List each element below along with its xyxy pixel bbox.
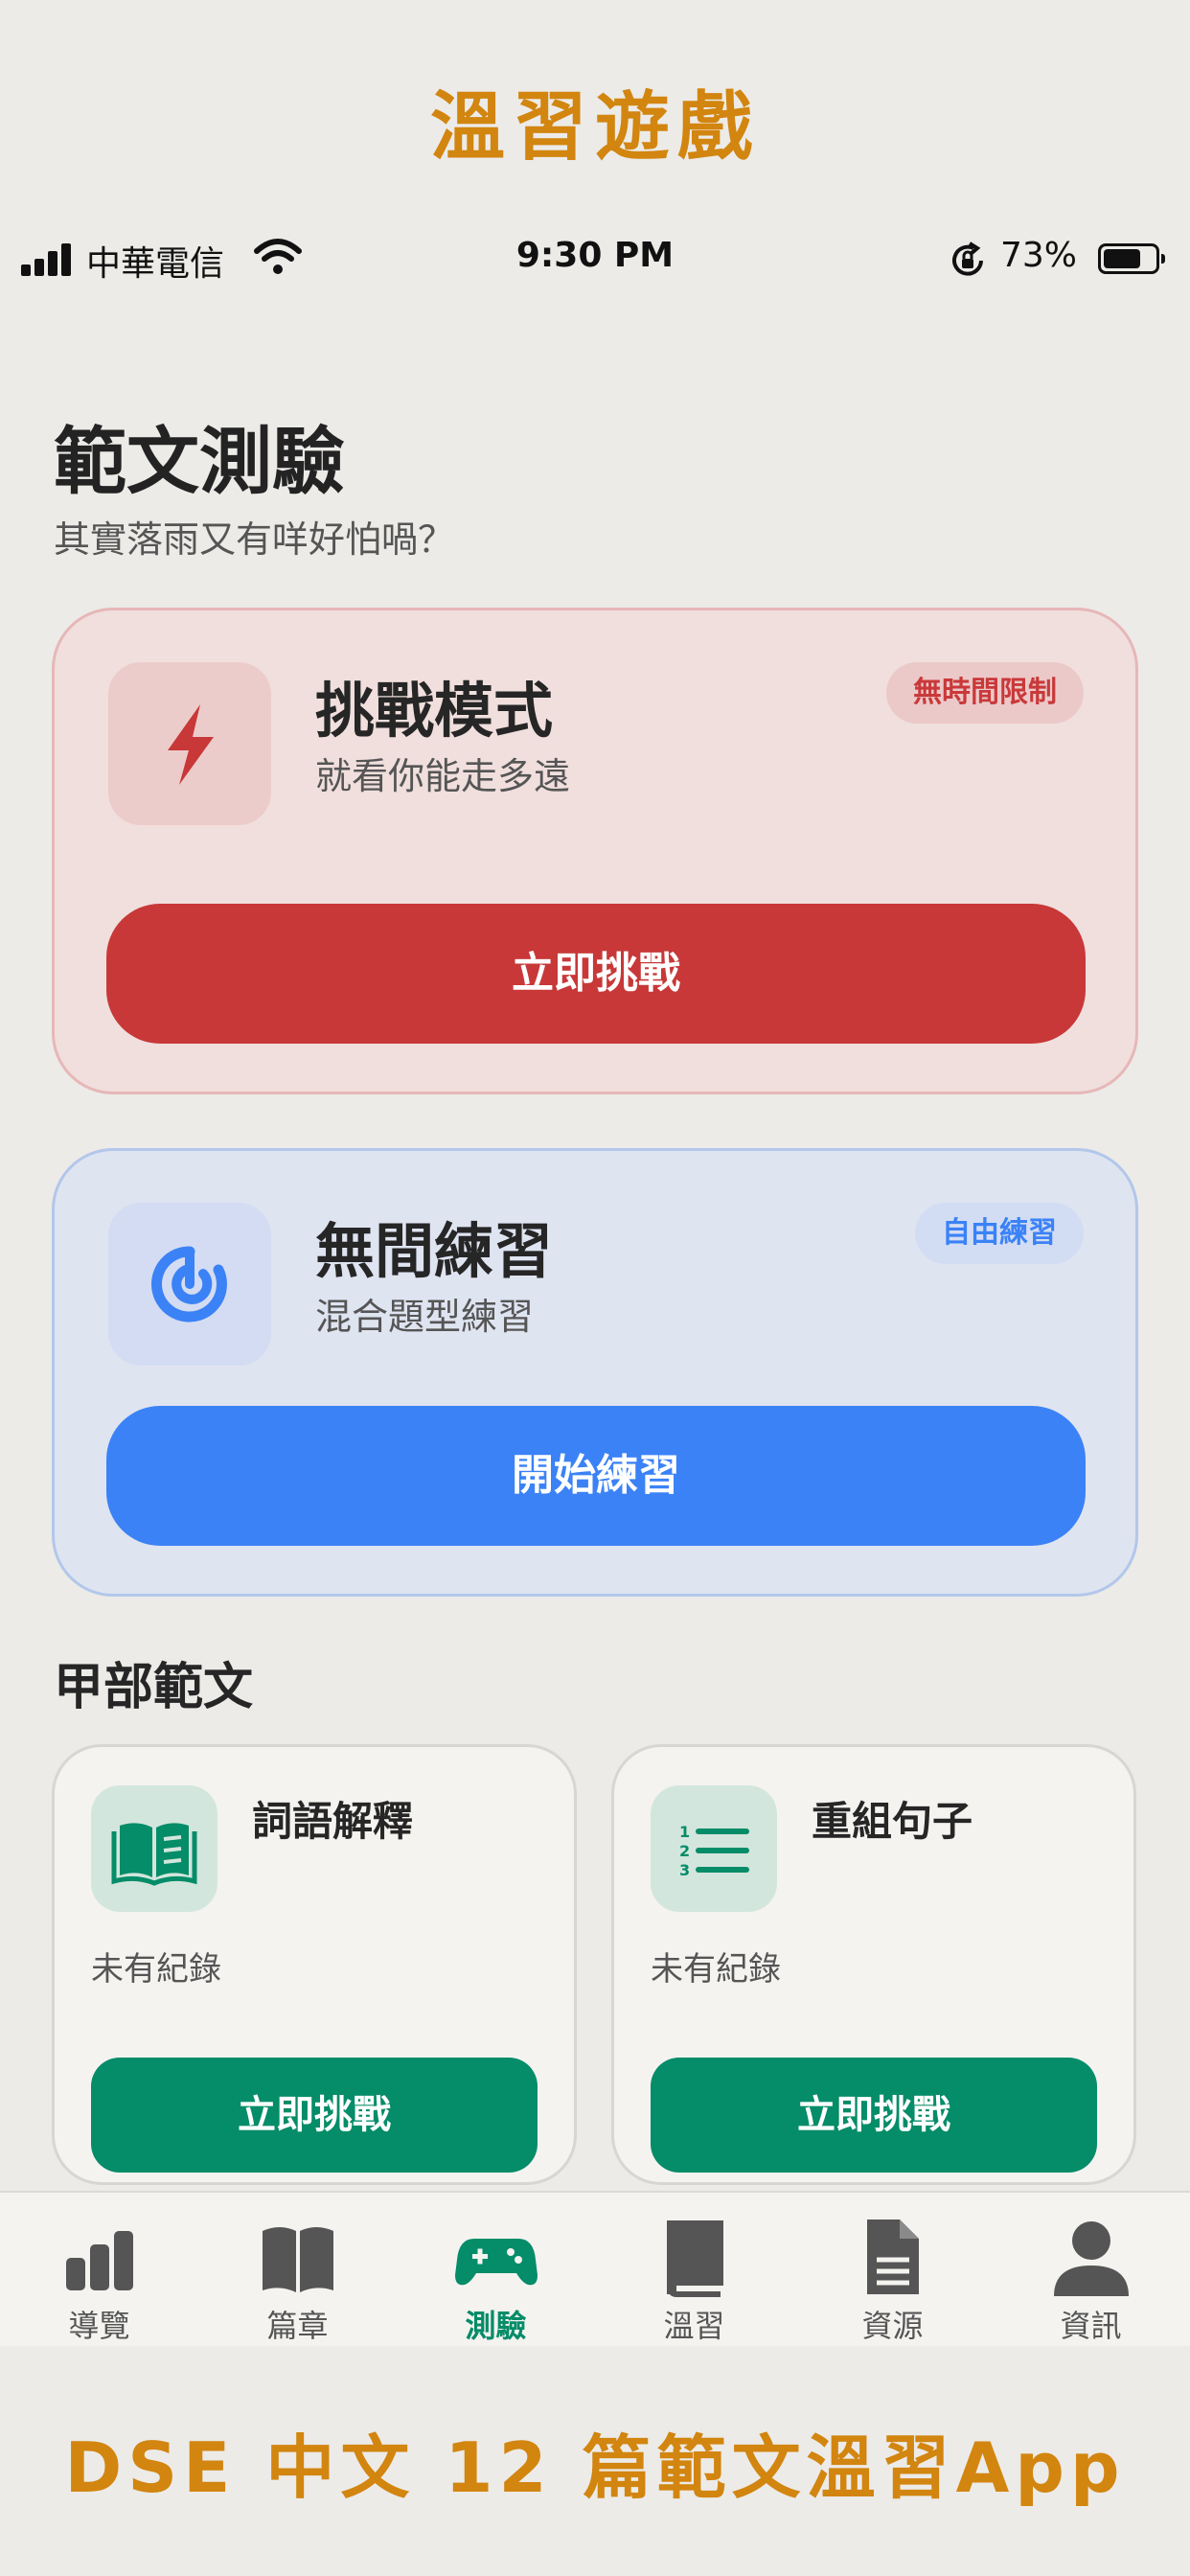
tab-quiz-label: 測驗 bbox=[465, 2308, 527, 2344]
gamepad-icon bbox=[454, 2239, 538, 2286]
promo-caption-bottom: DSE 中文 12 篇範文溫習App bbox=[64, 2427, 1126, 2508]
challenge-mode-description: 就看你能走多遠 bbox=[315, 755, 571, 797]
challenge-mode-card: 挑戰模式 就看你能走多遠 無時間限制 立即挑戰 bbox=[52, 608, 1138, 1094]
svg-text:2: 2 bbox=[679, 1842, 690, 1860]
person-icon bbox=[1053, 2221, 1129, 2296]
sentence-reorder-card-title: 重組句子 bbox=[812, 1798, 973, 1845]
tab-resources-label: 資源 bbox=[861, 2308, 924, 2344]
sentence-reorder-card-status: 未有紀錄 bbox=[651, 1950, 781, 1989]
svg-text:3: 3 bbox=[679, 1861, 690, 1879]
page-subtitle: 其實落雨又有咩好怕喎？ bbox=[54, 518, 455, 561]
tab-review[interactable]: 溫習 bbox=[595, 2216, 793, 2346]
tab-bar: 導覽 篇章 測驗 溫習 資源 資訊 bbox=[0, 2191, 1190, 2346]
vocabulary-card: 詞語解釋 未有紀錄 立即挑戰 bbox=[52, 1744, 577, 2185]
book-open-icon bbox=[262, 2227, 333, 2292]
tab-info[interactable]: 資訊 bbox=[992, 2216, 1190, 2346]
tab-overview-label: 導覽 bbox=[68, 2308, 130, 2344]
free-practice-badge: 自由練習 bbox=[915, 1203, 1084, 1264]
practice-mode-title: 無間練習 bbox=[315, 1216, 554, 1286]
tab-resources[interactable]: 資源 bbox=[793, 2216, 992, 2346]
bar-chart-icon bbox=[65, 2231, 133, 2290]
tab-overview[interactable]: 導覽 bbox=[0, 2216, 198, 2346]
sentence-reorder-challenge-button[interactable]: 立即挑戰 bbox=[651, 2058, 1097, 2173]
book-icon bbox=[666, 2220, 723, 2297]
target-icon bbox=[151, 1246, 227, 1322]
vocabulary-icon-box bbox=[91, 1785, 217, 1912]
tab-review-label: 溫習 bbox=[663, 2308, 725, 2344]
practice-mode-description: 混合題型練習 bbox=[315, 1296, 535, 1338]
lightning-icon bbox=[168, 704, 214, 785]
vocabulary-card-title: 詞語解釋 bbox=[252, 1798, 414, 1845]
orientation-lock-icon bbox=[952, 242, 983, 276]
practice-icon-box bbox=[108, 1203, 271, 1366]
vocabulary-challenge-button[interactable]: 立即挑戰 bbox=[91, 2058, 538, 2173]
no-time-limit-badge: 無時間限制 bbox=[886, 662, 1084, 724]
tab-chapters[interactable]: 篇章 bbox=[198, 2216, 397, 2346]
promo-caption-top: 溫習遊戲 bbox=[429, 84, 760, 171]
status-bar: 中華電信 9:30 PM 73% bbox=[0, 230, 1190, 288]
numbered-list-icon: 1 2 3 bbox=[679, 1823, 749, 1879]
battery-level-fill bbox=[1104, 249, 1140, 268]
sentence-reorder-card: 1 2 3 重組句子 未有紀錄 立即挑戰 bbox=[611, 1744, 1136, 2185]
page-title: 範文測驗 bbox=[54, 419, 345, 504]
challenge-icon-box bbox=[108, 662, 271, 825]
tab-info-label: 資訊 bbox=[1060, 2308, 1122, 2344]
sentence-reorder-icon-box: 1 2 3 bbox=[651, 1785, 777, 1912]
vocabulary-card-status: 未有紀錄 bbox=[91, 1950, 221, 1989]
challenge-start-button[interactable]: 立即挑戰 bbox=[106, 904, 1086, 1044]
practice-mode-card: 無間練習 混合題型練習 自由練習 開始練習 bbox=[52, 1148, 1138, 1597]
svg-text:1: 1 bbox=[679, 1823, 690, 1841]
practice-start-button[interactable]: 開始練習 bbox=[106, 1406, 1086, 1546]
tab-chapters-label: 篇章 bbox=[266, 2308, 329, 2344]
tab-quiz[interactable]: 測驗 bbox=[397, 2216, 595, 2346]
document-icon bbox=[866, 2220, 919, 2294]
section-title-part-a: 甲部範文 bbox=[54, 1659, 254, 1716]
open-book-icon bbox=[111, 1823, 197, 1886]
battery-percent: 73% bbox=[1000, 236, 1078, 275]
battery-icon bbox=[1098, 243, 1165, 274]
challenge-mode-title: 挑戰模式 bbox=[315, 676, 554, 746]
